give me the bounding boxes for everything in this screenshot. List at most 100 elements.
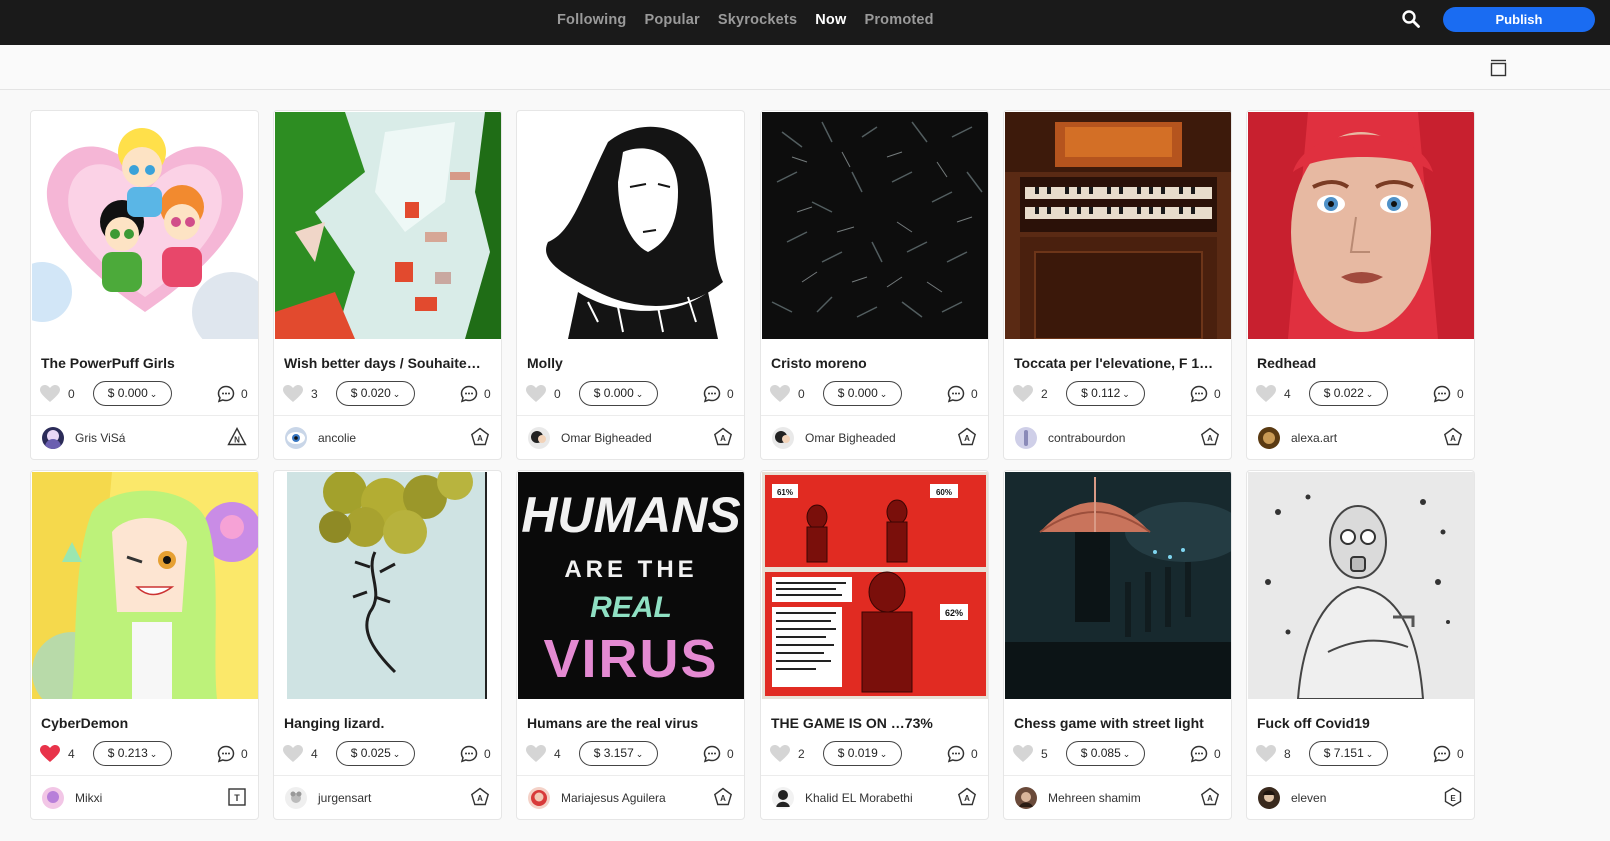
comment-icon[interactable]	[947, 385, 965, 403]
artwork-title[interactable]: Hanging lizard.	[284, 715, 494, 731]
price-dropdown[interactable]: $ 0.000 ⌄	[823, 381, 902, 406]
artwork-title[interactable]: Fuck off Covid19	[1257, 715, 1467, 731]
artwork-title[interactable]: Cristo moreno	[771, 355, 981, 371]
heart-icon[interactable]	[1256, 745, 1276, 763]
heart-icon[interactable]	[770, 385, 790, 403]
price-dropdown[interactable]: $ 0.022 ⌄	[1309, 381, 1388, 406]
avatar[interactable]	[42, 427, 64, 449]
price-dropdown[interactable]: $ 0.085 ⌄	[1066, 741, 1145, 766]
artwork-card[interactable]: Hanging lizard. 4 $ 0.025 ⌄ 0 jurgensart …	[273, 470, 502, 820]
author-name[interactable]: Mikxi	[75, 791, 102, 805]
artwork-card[interactable]: Chess game with street light 5 $ 0.085 ⌄ …	[1003, 470, 1232, 820]
heart-icon[interactable]	[283, 745, 303, 763]
avatar[interactable]	[1015, 427, 1037, 449]
artwork-title[interactable]: Toccata per l'elevatione, F 1…	[1014, 355, 1224, 371]
avatar[interactable]	[772, 787, 794, 809]
avatar[interactable]	[528, 427, 550, 449]
comment-icon[interactable]	[1433, 385, 1451, 403]
author-name[interactable]: Khalid EL Morabethi	[805, 791, 913, 805]
comment-icon[interactable]	[217, 385, 235, 403]
artwork-title[interactable]: Humans are the real virus	[527, 715, 737, 731]
artwork-card[interactable]: Wish better days / Souhaite… 3 $ 0.020 ⌄ …	[273, 110, 502, 460]
avatar[interactable]	[1258, 787, 1280, 809]
tab-now[interactable]: Now	[815, 12, 846, 28]
price-dropdown[interactable]: $ 0.000 ⌄	[579, 381, 658, 406]
avatar[interactable]	[42, 787, 64, 809]
author-name[interactable]: alexa.art	[1291, 431, 1337, 445]
artwork-card[interactable]: The PowerPuff Girls 0 $ 0.000 ⌄ 0 Gris Vi…	[30, 110, 259, 460]
comment-icon[interactable]	[703, 745, 721, 763]
heart-icon[interactable]	[526, 385, 546, 403]
comment-icon[interactable]	[1433, 745, 1451, 763]
comment-icon[interactable]	[703, 385, 721, 403]
comment-icon[interactable]	[1190, 745, 1208, 763]
avatar[interactable]	[1258, 427, 1280, 449]
artwork-title[interactable]: Chess game with street light	[1014, 715, 1224, 731]
artwork-title[interactable]: The PowerPuff Girls	[41, 355, 251, 371]
author-name[interactable]: Mariajesus Aguilera	[561, 791, 666, 805]
tab-skyrockets[interactable]: Skyrockets	[718, 12, 797, 28]
price-dropdown[interactable]: $ 3.157 ⌄	[579, 741, 658, 766]
tab-promoted[interactable]: Promoted	[864, 12, 933, 28]
artwork-title[interactable]: THE GAME IS ON …73%	[771, 715, 981, 731]
artwork-card[interactable]: CyberDemon 4 $ 0.213 ⌄ 0 Mikxi T	[30, 470, 259, 820]
price-dropdown[interactable]: $ 0.020 ⌄	[336, 381, 415, 406]
avatar[interactable]	[1015, 787, 1037, 809]
avatar[interactable]	[772, 427, 794, 449]
heart-icon[interactable]	[40, 385, 60, 403]
artwork-card[interactable]: Fuck off Covid19 8 $ 7.151 ⌄ 0 eleven E	[1246, 470, 1475, 820]
artwork-image[interactable]: 61% 60% 62%	[762, 472, 988, 699]
avatar[interactable]	[285, 787, 307, 809]
heart-icon[interactable]	[283, 385, 303, 403]
heart-icon[interactable]	[770, 745, 790, 763]
author-name[interactable]: Omar Bigheaded	[805, 431, 896, 445]
artwork-card[interactable]: Redhead 4 $ 0.022 ⌄ 0 alexa.art A	[1246, 110, 1475, 460]
price-dropdown[interactable]: $ 0.019 ⌄	[823, 741, 902, 766]
heart-icon[interactable]	[1013, 745, 1033, 763]
artwork-image[interactable]	[762, 112, 988, 339]
artwork-card[interactable]: HUMANS ARE THE REAL VIRUS Humans are the…	[516, 470, 745, 820]
artwork-card[interactable]: 61% 60% 62% THE GAME IS ON …73% 2 $ 0.01…	[760, 470, 989, 820]
artwork-image[interactable]	[1005, 112, 1231, 339]
heart-icon[interactable]	[40, 745, 60, 763]
author-name[interactable]: Omar Bigheaded	[561, 431, 652, 445]
author-name[interactable]: Gris ViSá	[75, 431, 125, 445]
price-dropdown[interactable]: $ 0.000 ⌄	[93, 381, 172, 406]
artwork-card[interactable]: Cristo moreno 0 $ 0.000 ⌄ 0 Omar Bigheade…	[760, 110, 989, 460]
comment-icon[interactable]	[217, 745, 235, 763]
artwork-image[interactable]	[1248, 112, 1474, 339]
author-name[interactable]: Mehreen shamim	[1048, 791, 1141, 805]
author-name[interactable]: contrabourdon	[1048, 431, 1125, 445]
artwork-title[interactable]: Redhead	[1257, 355, 1467, 371]
artwork-card[interactable]: Toccata per l'elevatione, F 1… 2 $ 0.112…	[1003, 110, 1232, 460]
heart-icon[interactable]	[526, 745, 546, 763]
price-dropdown[interactable]: $ 0.025 ⌄	[336, 741, 415, 766]
comment-icon[interactable]	[947, 745, 965, 763]
tab-popular[interactable]: Popular	[644, 12, 699, 28]
price-dropdown[interactable]: $ 0.112 ⌄	[1066, 381, 1145, 406]
comment-icon[interactable]	[460, 745, 478, 763]
artwork-image[interactable]	[32, 112, 258, 339]
artwork-title[interactable]: CyberDemon	[41, 715, 251, 731]
artwork-image[interactable]	[32, 472, 258, 699]
heart-icon[interactable]	[1256, 385, 1276, 403]
tab-following[interactable]: Following	[557, 12, 626, 28]
artwork-image[interactable]	[1248, 472, 1474, 699]
search-icon[interactable]	[1401, 9, 1421, 29]
artwork-image[interactable]	[275, 472, 501, 699]
publish-button[interactable]: Publish	[1443, 7, 1595, 32]
avatar[interactable]	[528, 787, 550, 809]
artwork-image[interactable]	[518, 112, 744, 339]
artwork-card[interactable]: Molly 0 $ 0.000 ⌄ 0 Omar Bigheaded A	[516, 110, 745, 460]
artwork-image[interactable]	[1005, 472, 1231, 699]
author-name[interactable]: jurgensart	[318, 791, 371, 805]
heart-icon[interactable]	[1013, 385, 1033, 403]
price-dropdown[interactable]: $ 0.213 ⌄	[93, 741, 172, 766]
comment-icon[interactable]	[1190, 385, 1208, 403]
layout-toggle-icon[interactable]	[1490, 59, 1507, 77]
artwork-title[interactable]: Wish better days / Souhaite…	[284, 355, 494, 371]
price-dropdown[interactable]: $ 7.151 ⌄	[1309, 741, 1388, 766]
avatar[interactable]	[285, 427, 307, 449]
artwork-image[interactable]	[275, 112, 501, 339]
author-name[interactable]: eleven	[1291, 791, 1326, 805]
